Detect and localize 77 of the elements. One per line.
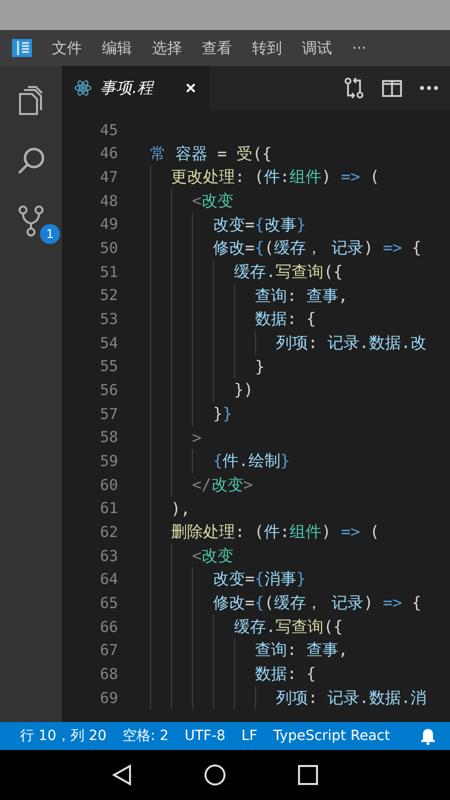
line-number: 53	[98, 310, 118, 328]
line-number: 69	[98, 688, 118, 707]
close-button[interactable]: ×	[183, 78, 198, 98]
code-line: <改变	[192, 190, 234, 212]
menu-item[interactable]: 文件	[52, 38, 82, 58]
line-number: 64	[98, 570, 118, 588]
code-line: })	[234, 379, 254, 402]
line-number: 66	[98, 618, 118, 636]
code-line: <改变	[192, 544, 234, 567]
line-number: 63	[98, 546, 118, 565]
line-number: 60	[98, 476, 118, 494]
code-line: {件.绘制}	[213, 450, 290, 472]
line-number: 65	[98, 594, 118, 612]
back-icon[interactable]	[112, 764, 132, 786]
line-number: 51	[98, 262, 118, 281]
atom-icon	[74, 79, 92, 97]
line-number: 49	[98, 215, 118, 234]
files-icon	[18, 86, 44, 116]
tab-title: 事项.程	[100, 78, 156, 98]
line-number: 68	[98, 664, 118, 683]
code-line: 查询: 查事,	[255, 284, 348, 307]
more-icon[interactable]	[420, 86, 438, 90]
line-number: 50	[98, 239, 118, 258]
menu-item[interactable]: 选择	[152, 38, 182, 58]
branch-icon	[18, 205, 44, 237]
code-line: 数据: {	[255, 663, 316, 686]
menu-item[interactable]: 转到	[252, 38, 282, 58]
code-line: 修改={(缓存， 记录) => {	[213, 592, 422, 614]
code-line: ),	[171, 498, 190, 520]
logo-icon[interactable]	[12, 39, 32, 57]
status-item[interactable]: 行 10，列 20	[20, 727, 107, 745]
code-line: 删除处理: (件:组件) => (	[171, 521, 380, 544]
code-line: 列项: 记录.数据.改	[276, 332, 427, 354]
editor-tab[interactable]: 事项.程 ×	[62, 66, 210, 110]
line-number: 54	[98, 334, 118, 352]
code-line: 数据: {	[255, 308, 316, 330]
code-line: 缓存.写查询({	[234, 616, 343, 638]
line-number: 46	[98, 144, 118, 162]
line-number: 55	[98, 357, 118, 376]
line-number: 45	[98, 120, 118, 139]
line-number: 59	[98, 452, 118, 470]
menu-item[interactable]: 查看	[202, 38, 232, 58]
line-number: 62	[98, 522, 118, 541]
line-number: 56	[98, 381, 118, 400]
line-number: 57	[98, 404, 118, 423]
bell-icon[interactable]	[420, 728, 436, 744]
line-number: 47	[98, 168, 118, 186]
home-icon[interactable]	[204, 764, 226, 786]
menu-item[interactable]: ···	[352, 39, 366, 57]
code-line: 修改={(缓存， 记录) => {	[213, 237, 422, 260]
search-icon	[16, 146, 46, 176]
line-number: 61	[98, 499, 118, 518]
line-number: 58	[98, 428, 118, 446]
split-editor-icon[interactable]	[382, 80, 402, 96]
code-line: 更改处理: (件:组件) => (	[171, 166, 380, 188]
code-line: }	[255, 356, 265, 378]
menu-item[interactable]: 编辑	[102, 38, 132, 58]
line-number: 52	[98, 286, 118, 304]
code-line: </改变>	[192, 474, 253, 496]
code-line: 查询: 查事,	[255, 639, 348, 662]
line-number: 48	[98, 192, 118, 210]
code-line: >	[192, 426, 202, 449]
status-item[interactable]: 空格: 2	[122, 727, 169, 745]
code-line: 改变={改事}	[213, 214, 306, 236]
status-item[interactable]: TypeScript React	[273, 728, 390, 744]
code-line: }}	[213, 402, 232, 425]
status-item[interactable]: UTF-8	[184, 728, 226, 744]
code-line: 缓存.写查询({	[234, 260, 343, 283]
status-item[interactable]: LF	[241, 728, 258, 744]
compare-icon[interactable]	[344, 77, 364, 99]
code-line: 常 容器 = 受({	[150, 142, 272, 165]
menu-item[interactable]: 调试	[302, 38, 332, 58]
code-line: 改变={消事}	[213, 568, 306, 590]
line-number: 67	[98, 641, 118, 660]
count-badge: 1	[40, 224, 60, 244]
recents-icon[interactable]	[298, 765, 318, 785]
code-line: 列项: 记录.数据.消	[276, 686, 427, 709]
